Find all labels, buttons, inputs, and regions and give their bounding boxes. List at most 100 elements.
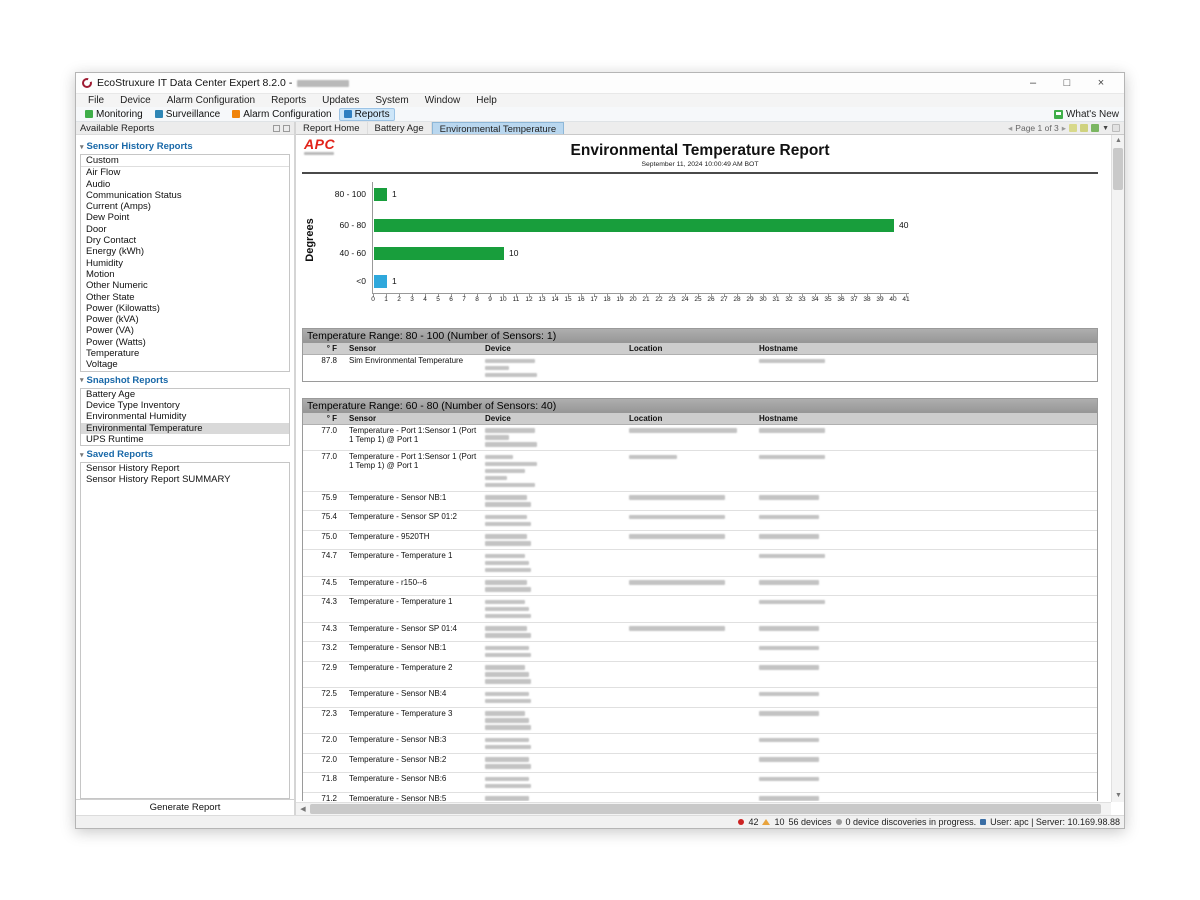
redacted-text <box>485 679 531 684</box>
section-header-snapshot-reports[interactable]: ▾Snapshot Reports <box>80 375 290 386</box>
list-item-dry-contact[interactable]: Dry Contact <box>81 235 289 246</box>
tab-report-home[interactable]: Report Home <box>296 122 368 134</box>
report-table-0: Temperature Range: 80 - 100 (Number of S… <box>302 328 1098 382</box>
section-header-sensor-history-reports[interactable]: ▾Sensor History Reports <box>80 141 290 152</box>
menu-item-device[interactable]: Device <box>112 95 159 106</box>
close-button[interactable]: × <box>1084 74 1118 92</box>
menu-item-alarm-configuration[interactable]: Alarm Configuration <box>159 95 263 106</box>
tab-battery-age[interactable]: Battery Age <box>368 122 432 134</box>
export-icon[interactable] <box>1069 124 1077 132</box>
list-item-power-watts[interactable]: Power (Watts) <box>81 337 289 348</box>
redacted-text <box>485 515 527 520</box>
cell-temperature: 72.0 <box>303 754 345 773</box>
menu-item-help[interactable]: Help <box>468 95 505 106</box>
menu-item-window[interactable]: Window <box>417 95 469 106</box>
list-item-air-flow[interactable]: Air Flow <box>81 167 289 178</box>
prev-page-icon[interactable]: ◂ <box>1008 123 1012 134</box>
reports-icon <box>344 110 352 118</box>
table-column-header-row: ° FSensorDeviceLocationHostname <box>303 413 1097 425</box>
horizontal-scrollbar[interactable]: ◀ <box>296 802 1111 815</box>
menu-item-reports[interactable]: Reports <box>263 95 314 106</box>
redacted-text <box>485 373 537 378</box>
list-item-sensor-history-report-summary[interactable]: Sensor History Report SUMMARY <box>81 474 289 485</box>
cell-sensor: Sim Environmental Temperature <box>345 355 481 381</box>
x-tick-label: 37 <box>847 296 861 303</box>
horizontal-scroll-thumb[interactable] <box>310 804 1101 814</box>
perspective-monitoring[interactable]: Monitoring <box>80 108 148 121</box>
maximize-button[interactable]: □ <box>1050 74 1084 92</box>
list-item-dew-point[interactable]: Dew Point <box>81 212 289 223</box>
vertical-scrollbar[interactable]: ▲ ▼ <box>1111 135 1124 802</box>
next-page-icon[interactable]: ▸ <box>1062 123 1066 134</box>
report-document: APC Environmental Temperature Report Sep… <box>302 138 1098 801</box>
list-item-power-kva[interactable]: Power (kVA) <box>81 314 289 325</box>
minimize-button[interactable]: – <box>1016 74 1050 92</box>
chart-category-label: 40 - 60 <box>306 247 366 260</box>
perspective-reports[interactable]: Reports <box>339 108 395 121</box>
section-header-saved-reports[interactable]: ▾Saved Reports <box>80 449 290 460</box>
table-row: 71.2Temperature - Sensor NB:5 <box>303 793 1097 802</box>
perspective-surveillance[interactable]: Surveillance <box>150 108 225 121</box>
menu-item-updates[interactable]: Updates <box>314 95 367 106</box>
perspective-label: Surveillance <box>166 109 220 120</box>
list-item-sensor-history-report[interactable]: Sensor History Report <box>81 463 289 474</box>
cell-hostname <box>755 355 1097 381</box>
list-item-power-va[interactable]: Power (VA) <box>81 325 289 336</box>
table-row: 73.2Temperature - Sensor NB:1 <box>303 642 1097 662</box>
whats-new-button[interactable]: What's New <box>1054 109 1124 120</box>
x-tick-label: 35 <box>821 296 835 303</box>
vertical-scroll-thumb[interactable] <box>1113 148 1123 190</box>
list-item-power-kilowatts[interactable]: Power (Kilowatts) <box>81 303 289 314</box>
generate-report-button[interactable]: Generate Report <box>76 799 294 815</box>
title-bar: EcoStruxure IT Data Center Expert 8.2.0 … <box>76 73 1124 93</box>
cell-temperature: 77.0 <box>303 425 345 451</box>
list-sensor-history-reports: CustomAir FlowAudioCommunication StatusC… <box>80 154 290 372</box>
list-item-environmental-temperature[interactable]: Environmental Temperature <box>81 423 289 434</box>
cell-hostname <box>755 623 1097 642</box>
list-item-other-numeric[interactable]: Other Numeric <box>81 280 289 291</box>
list-item-custom[interactable]: Custom <box>81 155 289 167</box>
panel-minimize-icon[interactable] <box>273 125 280 132</box>
list-item-environmental-humidity[interactable]: Environmental Humidity <box>81 411 289 422</box>
list-item-energy-kwh[interactable]: Energy (kWh) <box>81 246 289 257</box>
save-report-icon[interactable] <box>1080 124 1088 132</box>
list-item-device-type-inventory[interactable]: Device Type Inventory <box>81 400 289 411</box>
x-tick-label: 22 <box>652 296 666 303</box>
list-item-communication-status[interactable]: Communication Status <box>81 190 289 201</box>
list-item-humidity[interactable]: Humidity <box>81 258 289 269</box>
list-item-temperature[interactable]: Temperature <box>81 348 289 359</box>
scroll-left-icon[interactable]: ◀ <box>297 803 309 816</box>
cell-sensor: Temperature - Sensor NB:1 <box>345 492 481 511</box>
redacted-text <box>485 796 529 801</box>
column-header-hostname: Hostname <box>755 343 1097 354</box>
x-tick-label: 3 <box>405 296 419 303</box>
redacted-text <box>485 665 525 670</box>
report-options-dropdown-icon[interactable]: ▼ <box>1102 125 1109 132</box>
perspective-alarm-configuration[interactable]: Alarm Configuration <box>227 108 336 121</box>
tab-environmental-temperature[interactable]: Environmental Temperature <box>432 122 565 134</box>
panel-maximize-icon[interactable] <box>283 125 290 132</box>
list-item-motion[interactable]: Motion <box>81 269 289 280</box>
collapse-icon: ▾ <box>80 376 84 384</box>
list-item-other-state[interactable]: Other State <box>81 292 289 303</box>
menu-item-file[interactable]: File <box>80 95 112 106</box>
table-row: 75.9Temperature - Sensor NB:1 <box>303 492 1097 512</box>
scroll-down-icon[interactable]: ▼ <box>1112 790 1125 802</box>
list-item-voltage[interactable]: Voltage <box>81 359 289 370</box>
chart-category-label: 80 - 100 <box>306 188 366 201</box>
chart-bar-value: 10 <box>509 247 518 260</box>
report-table-1: Temperature Range: 60 - 80 (Number of Se… <box>302 398 1098 802</box>
scroll-up-icon[interactable]: ▲ <box>1112 135 1125 147</box>
detach-view-icon[interactable] <box>1112 124 1120 132</box>
list-item-current-amps[interactable]: Current (Amps) <box>81 201 289 212</box>
cell-hostname <box>755 531 1097 550</box>
cell-hostname <box>755 425 1097 451</box>
list-item-door[interactable]: Door <box>81 224 289 235</box>
cell-temperature: 72.0 <box>303 734 345 753</box>
print-icon[interactable] <box>1091 124 1099 132</box>
x-tick-label: 26 <box>704 296 718 303</box>
list-item-audio[interactable]: Audio <box>81 179 289 190</box>
list-item-battery-age[interactable]: Battery Age <box>81 389 289 400</box>
menu-item-system[interactable]: System <box>367 95 416 106</box>
list-item-ups-runtime[interactable]: UPS Runtime <box>81 434 289 445</box>
